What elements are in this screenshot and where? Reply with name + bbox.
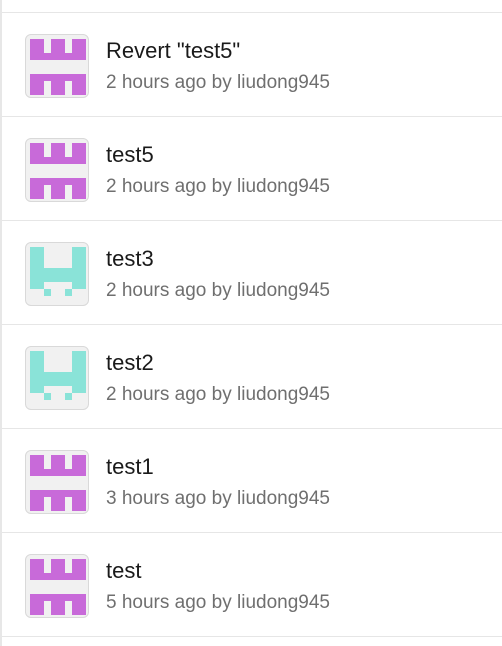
commit-title[interactable]: test1 [106, 453, 154, 481]
author-avatar [25, 34, 89, 98]
commit-author[interactable]: liudong945 [237, 592, 330, 613]
author-avatar [25, 554, 89, 618]
commit-row[interactable]: test2 2 hours ago by liudong945 [2, 325, 502, 429]
commit-title[interactable]: test [106, 557, 141, 585]
commit-list: Revert "test5" 2 hours ago by liudong945… [0, 0, 502, 646]
commit-row[interactable]: test1 3 hours ago by liudong945 [2, 429, 502, 533]
commit-title[interactable]: test5 [106, 141, 154, 169]
commit-meta: 5 hours ago by liudong945 [106, 591, 330, 615]
commit-time: 2 hours ago [106, 280, 207, 301]
commit-meta: 2 hours ago by liudong945 [106, 71, 330, 95]
commit-time: 3 hours ago [106, 488, 207, 509]
commit-meta: 2 hours ago by liudong945 [106, 175, 330, 199]
author-avatar [25, 138, 89, 202]
commit-by-label: by [211, 592, 232, 613]
commit-meta: 2 hours ago by liudong945 [106, 279, 330, 303]
commit-by-label: by [211, 384, 232, 405]
identicon-avatar-icon [30, 455, 86, 511]
commit-title[interactable]: test2 [106, 349, 154, 377]
commit-time: 2 hours ago [106, 72, 207, 93]
commit-row[interactable]: test5 2 hours ago by liudong945 [2, 117, 502, 221]
identicon-avatar-icon [30, 39, 86, 95]
identicon-avatar-icon [30, 143, 86, 199]
identicon-avatar-icon [30, 559, 86, 615]
author-avatar [25, 242, 89, 306]
commit-author[interactable]: liudong945 [237, 176, 330, 197]
commit-title[interactable]: test3 [106, 245, 154, 273]
commit-title[interactable]: Revert "test5" [106, 37, 240, 65]
commit-time: 2 hours ago [106, 176, 207, 197]
commit-author[interactable]: liudong945 [237, 488, 330, 509]
commit-row[interactable]: Revert "test5" 2 hours ago by liudong945 [2, 13, 502, 117]
identicon-avatar-icon [30, 351, 86, 400]
commit-by-label: by [211, 72, 232, 93]
commit-meta: 3 hours ago by liudong945 [106, 487, 330, 511]
commit-row[interactable]: test3 2 hours ago by liudong945 [2, 221, 502, 325]
commit-by-label: by [211, 176, 232, 197]
identicon-avatar-icon [30, 247, 86, 296]
commit-row[interactable]: test 5 hours ago by liudong945 [2, 533, 502, 637]
commit-by-label: by [211, 488, 232, 509]
commit-author[interactable]: liudong945 [237, 280, 330, 301]
commit-by-label: by [211, 280, 232, 301]
commit-meta: 2 hours ago by liudong945 [106, 383, 330, 407]
commit-time: 5 hours ago [106, 592, 207, 613]
author-avatar [25, 450, 89, 514]
commit-time: 2 hours ago [106, 384, 207, 405]
commit-author[interactable]: liudong945 [237, 72, 330, 93]
author-avatar [25, 346, 89, 410]
commit-author[interactable]: liudong945 [237, 384, 330, 405]
